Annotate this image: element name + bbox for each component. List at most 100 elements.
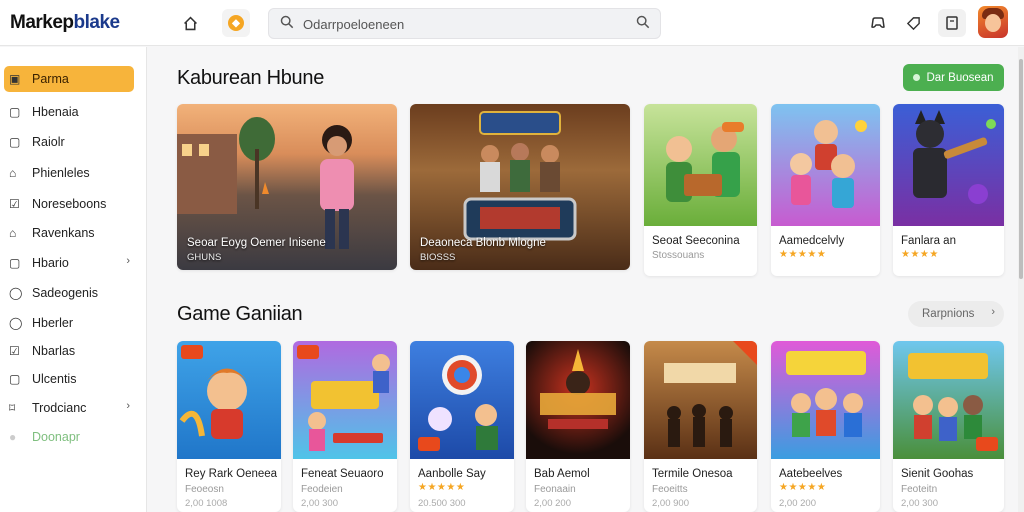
card-subtitle: GHUNS [187,252,222,263]
sidebar-item-nbarlas[interactable]: ☑ Nbarlas [4,338,134,364]
game-artwork [644,104,757,226]
game-card[interactable]: Rey Rark Oeneea Feoeosn 2,00 1008 [177,341,281,512]
game-card[interactable]: Aamedcelvly ★★★★★ [771,104,880,276]
sidebar-item-label: Hberler [32,316,73,330]
card-title: Bab Aemol [534,468,590,480]
home-icon: ⌂ [9,226,17,240]
sidebar-item-label: Hbenaia [32,105,79,119]
sidebar-item-parma[interactable]: ▣ Parma [4,66,134,92]
star-rating: ★★★★★ [779,482,827,493]
game-card[interactable]: Sienit Goohas Feoteitn 2,00 300 [893,341,1004,512]
card-title: Aamedcelvly [779,235,845,247]
app-logo[interactable]: Markepblake [10,12,120,34]
sidebar-item-label: Ravenkans [32,226,95,240]
card-subtitle: Feoteitn [901,484,938,495]
game-artwork [893,104,1004,226]
chevron-right-icon: › [991,306,995,318]
chevron-right-icon: › [126,400,130,412]
featured-card[interactable]: Deaoneca Blonb Mlogne BIOSSS [410,104,630,270]
badge-icon [181,345,203,359]
game-card[interactable]: Feneat Seuaoro Feodeien 2,00 300 [293,341,397,512]
coin-icon[interactable]: ◆ [222,9,250,37]
file-icon: ▣ [9,72,21,86]
game-card[interactable]: Bab Aemol Feonaain 2,00 200 [526,341,630,512]
card-rating: 2,00 200 [534,498,571,509]
sidebar-item-phienleles[interactable]: ⌂ Phienleles [4,160,134,186]
sidebar-item-doonapr[interactable]: ● Doonapr [4,424,134,450]
featured-action-button[interactable]: Dar Buosean [903,64,1004,91]
sidebar-item-sadeogenis[interactable]: ◯ Sadeogenis [4,280,134,306]
game-card[interactable]: Aanbolle Say ★★★★★ 20.500 300 [410,341,514,512]
search-icon [280,15,294,32]
featured-card[interactable]: Seoar Eoyg Oemer Inisene GHUNS [177,104,397,270]
card-subtitle: BIOSSS [420,252,456,263]
chevron-right-icon: › [126,255,130,267]
sidebar-item-raiolr[interactable]: ▢ Raiolr [4,129,134,155]
card-title: Deaoneca Blonb Mlogne [420,237,546,249]
card-title: Seoat Seeconina [652,235,740,247]
card-title: Rey Rark Oeneea [185,468,278,480]
card-rating: 2,00 300 [301,498,338,509]
sidebar-item-hbario[interactable]: ▢ Hbario › [4,250,134,276]
game-card[interactable]: Termile Onesoa Feoeitts 2,00 900 [644,341,757,512]
gallery-more-label: Rarpnions [922,308,975,320]
search-input[interactable] [303,13,603,35]
corner-badge-icon [733,341,757,365]
sidebar-item-hbenaia[interactable]: ▢ Hbenaia [4,99,134,125]
circle-icon: ◯ [9,286,23,300]
card-title: Termile Onesoa [652,468,733,480]
square-icon: ▢ [9,372,21,386]
tag-icon[interactable] [899,9,927,37]
logo-suffix: blake [73,12,121,33]
sidebar-item-trodcianc[interactable]: ⌑ Trodcianc › [4,395,134,421]
featured-title: Kaburean Hbune [177,67,325,89]
card-subtitle: Feoeitts [652,484,688,495]
search-bar[interactable] [268,8,661,39]
check-icon: ☑ [9,197,20,211]
avatar[interactable] [978,6,1008,38]
badge-icon [297,345,319,359]
gallery-more-button[interactable]: Rarpnions › [908,301,1004,327]
card-rating: 2,00 1008 [185,498,228,509]
featured-action-label: Dar Buosean [926,71,994,84]
card-subtitle: Feodeien [301,484,343,495]
notes-icon[interactable] [938,9,966,37]
main-content: Kaburean Hbune Dar Buosean Seoar Eoyg Oe… [148,47,1018,512]
square-icon: ▢ [9,135,21,149]
star-rating: ★★★★★ [418,482,466,493]
sidebar-item-label: Noreseboons [32,197,107,211]
scrollbar-thumb[interactable] [1019,59,1023,279]
game-card[interactable]: Aatebeelves ★★★★★ 2,00 200 [771,341,880,512]
vertical-scrollbar[interactable] [1018,47,1024,512]
card-rating: 2,00 900 [652,498,689,509]
card-title: Aanbolle Say [418,468,486,480]
card-title: Seoar Eoyg Oemer Inisene [187,237,326,249]
game-card[interactable]: Fanlara an ★★★★ [893,104,1004,276]
star-rating: ★★★★★ [779,249,827,260]
logo-prefix: Markep [10,12,74,33]
sidebar-item-label: Raiolr [32,135,65,149]
tag-icon: ⌑ [9,401,16,415]
card-subtitle: Feoeosn [185,484,224,495]
search-submit-icon[interactable] [636,15,650,32]
controller-icon[interactable] [864,9,892,37]
card-title: Aatebeelves [779,468,843,480]
sidebar-item-hberler[interactable]: ◯ Hberler [4,310,134,336]
game-artwork [771,104,880,226]
dot-icon [913,74,921,81]
home-icon[interactable] [176,9,204,37]
sidebar-item-label: Nbarlas [32,344,76,358]
top-bar: Markepblake ◆ [0,0,1024,46]
sidebar-item-label: Ulcentis [32,372,77,386]
game-card[interactable]: Seoat Seeconina Stossouans [644,104,757,276]
sidebar-item-ulcentis[interactable]: ▢ Ulcentis [4,366,134,392]
card-title: Feneat Seuaoro [301,468,384,480]
sidebar-item-label: Phienleles [32,166,90,180]
card-subtitle: Feonaain [534,484,576,495]
sidebar-item-noreseboons[interactable]: ☑ Noreseboons [4,191,134,217]
game-artwork [526,341,630,459]
card-rating: 20.500 300 [418,498,466,509]
card-subtitle: Stossouans [652,250,705,261]
card-title: Sienit Goohas [901,468,974,480]
sidebar-item-ravenkans[interactable]: ⌂ Ravenkans [4,220,134,246]
